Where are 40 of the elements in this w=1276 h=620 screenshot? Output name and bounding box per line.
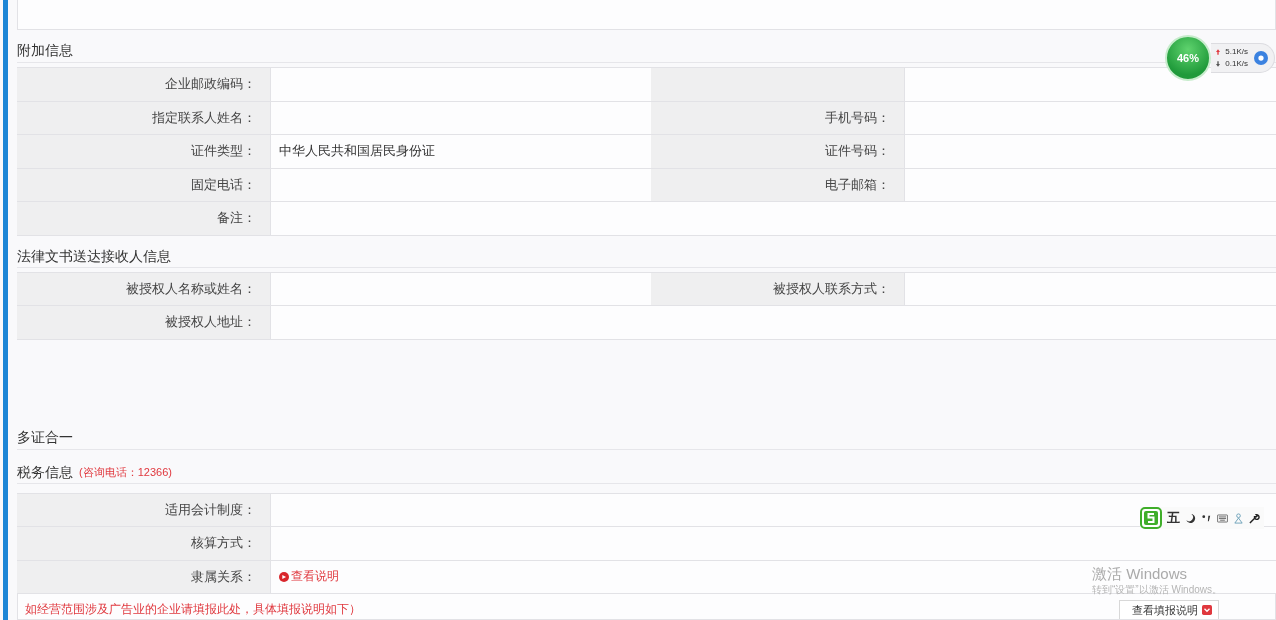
filing-guide-button[interactable]: 查看填报说明	[1119, 600, 1219, 619]
label-cell: 固定电话：	[17, 168, 271, 201]
download-speed: 0.1K/s	[1225, 58, 1248, 70]
advertising-note: 如经营范围涉及广告业的企业请填报此处，具体填报说明如下）	[25, 601, 361, 617]
hotline-hint: (咨询电话：12366)	[79, 464, 172, 480]
activation-title: 激活 Windows	[1092, 565, 1189, 583]
label-cell: 备注：	[17, 202, 271, 235]
figure-icon[interactable]	[1233, 512, 1244, 524]
arrow-circle-icon	[279, 571, 289, 582]
section-title: 法律文书送达接收人信息	[17, 246, 171, 266]
label-cell: 企业邮政编码：	[17, 68, 271, 101]
section-title: 附加信息	[17, 41, 73, 60]
input-mode-button[interactable]: 五	[1167, 510, 1180, 526]
label-cell: 手机号码：	[651, 101, 905, 134]
label-cell: 适用会计制度：	[17, 493, 271, 526]
value-cell: 中华人民共和国居民身份证	[271, 135, 651, 168]
label-cell: 被授权人联系方式：	[651, 272, 905, 305]
view-instructions-link[interactable]: 查看说明	[279, 568, 339, 586]
label-cell: 证件号码：	[651, 135, 905, 168]
logo-icon[interactable]	[1140, 507, 1162, 529]
chevron-square-icon	[1202, 605, 1212, 615]
punctuation-icon[interactable]	[1201, 512, 1212, 524]
label-cell: 核算方式：	[17, 527, 271, 560]
section-title: 税务信息	[17, 462, 73, 482]
label-cell: 被授权人地址：	[17, 306, 271, 339]
upload-speed: 5.1K/s	[1225, 46, 1248, 58]
activation-text: 转到“设置”以激活 Windows。	[1092, 583, 1222, 596]
keyboard-icon[interactable]	[1217, 512, 1228, 524]
label-cell: 电子邮箱：	[651, 168, 905, 201]
label-cell: 证件类型：	[17, 135, 271, 168]
wrench-icon[interactable]	[1249, 512, 1260, 524]
label-cell: 隶属关系：	[17, 560, 271, 593]
moon-icon[interactable]	[1185, 512, 1196, 524]
label-cell: 被授权人名称或姓名：	[17, 272, 271, 305]
down-arrow-icon	[1216, 61, 1221, 67]
label-cell: 指定联系人姓名：	[17, 101, 271, 134]
speed-panel[interactable]: 5.1K/s 0.1K/s	[1211, 43, 1275, 73]
section-title: 多证合一	[17, 427, 73, 447]
dot-circle-icon[interactable]	[1254, 51, 1268, 65]
up-arrow-icon	[1216, 49, 1221, 55]
